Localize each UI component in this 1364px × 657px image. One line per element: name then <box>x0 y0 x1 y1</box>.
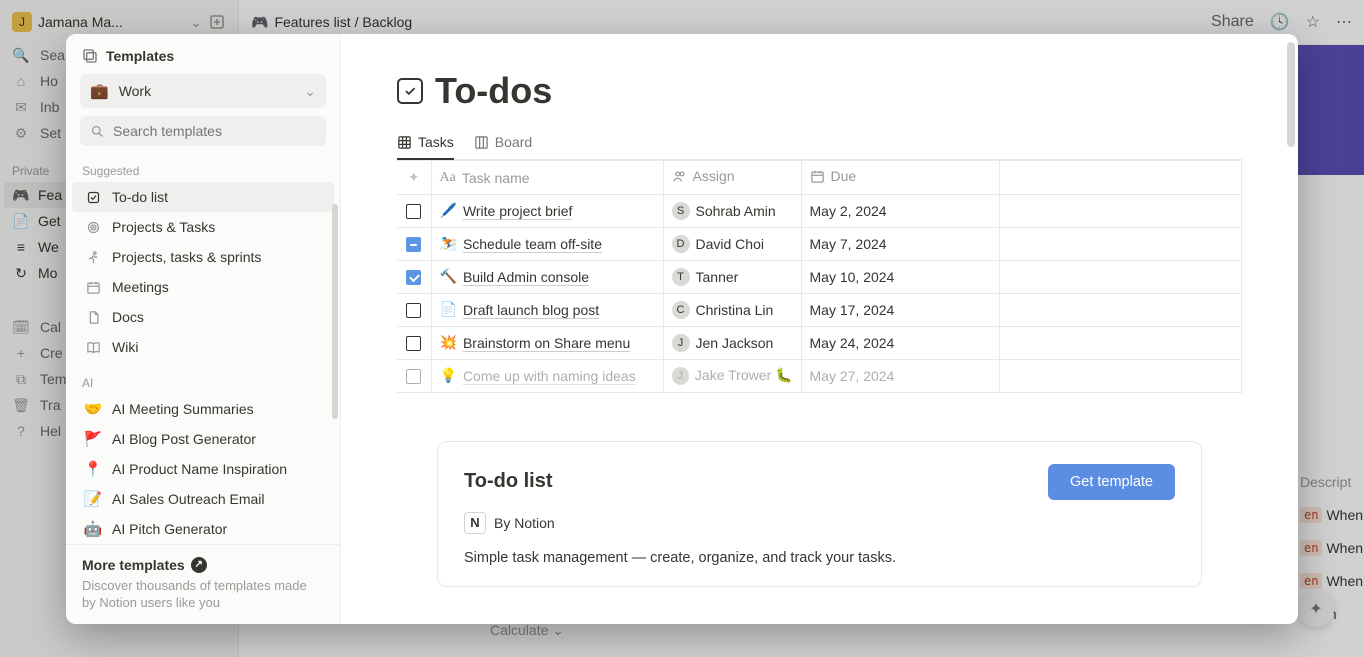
due-date: May 7, 2024 <box>801 227 999 260</box>
assignee: Tanner <box>696 269 739 285</box>
target-icon <box>84 218 102 236</box>
book-icon <box>84 338 102 356</box>
due-date: May 2, 2024 <box>801 194 999 227</box>
templates-icon <box>82 48 98 64</box>
table-icon <box>397 135 412 150</box>
category-selector[interactable]: 💼 Work ⌄ <box>80 74 326 108</box>
calendar-icon <box>84 278 102 296</box>
doc-icon <box>84 308 102 326</box>
template-item-meetings[interactable]: Meetings <box>72 272 334 302</box>
section-ai: AI <box>66 370 340 394</box>
assignee: Jen Jackson <box>696 335 774 351</box>
briefcase-icon: 💼 <box>90 82 109 100</box>
table-row[interactable]: 💡Come up with naming ideasJJake Trower 🐛… <box>397 359 1242 392</box>
avatar: J <box>672 367 689 385</box>
task-name[interactable]: Build Admin console <box>463 269 589 285</box>
due-date: May 10, 2024 <box>801 260 999 293</box>
modal-preview: To-dos Tasks Board ✦ Aa Task name <box>341 34 1298 624</box>
template-item-ai-pitch-generator[interactable]: 🤖AI Pitch Generator <box>72 514 334 544</box>
col-checkbox-header[interactable]: ✦ <box>397 161 431 195</box>
checkbox[interactable] <box>406 270 421 285</box>
assignee: Christina Lin <box>696 302 774 318</box>
sidebar-scrollbar[interactable] <box>332 204 338 419</box>
notion-logo-icon: N <box>464 512 486 534</box>
external-link-icon: ↗ <box>191 557 207 573</box>
due-date: May 17, 2024 <box>801 293 999 326</box>
template-item-ai-sales-outreach-email[interactable]: 📝AI Sales Outreach Email <box>72 484 334 514</box>
checkbox[interactable] <box>406 204 421 219</box>
table-row[interactable]: 🖊️Write project briefSSohrab AminMay 2, … <box>397 194 1242 227</box>
table-row[interactable]: ⛷️Schedule team off-siteDDavid ChoiMay 7… <box>397 227 1242 260</box>
template-item-ai-product-name-inspiration[interactable]: 📍AI Product Name Inspiration <box>72 454 334 484</box>
get-template-button[interactable]: Get template <box>1048 464 1175 500</box>
checkbox[interactable] <box>406 303 421 318</box>
card-description: Simple task management — create, organiz… <box>464 550 1175 566</box>
avatar: J <box>672 334 690 352</box>
avatar: D <box>672 235 690 253</box>
task-name[interactable]: Write project brief <box>463 203 572 219</box>
col-assign-header[interactable]: Assign <box>663 161 801 195</box>
template-item-ai-blog-post-generator[interactable]: 🚩AI Blog Post Generator <box>72 424 334 454</box>
more-templates[interactable]: More templates ↗ Discover thousands of t… <box>66 544 340 624</box>
tasks-table: ✦ Aa Task name Assign Due 🖊️Write projec… <box>397 160 1242 393</box>
avatar: S <box>672 202 690 220</box>
modal-sidebar: Templates 💼 Work ⌄ Suggested To-do listP… <box>66 34 341 624</box>
checkbox[interactable] <box>406 369 421 384</box>
category-label: Work <box>119 83 151 99</box>
search-templates[interactable] <box>80 116 326 146</box>
search-icon <box>90 124 105 139</box>
chevron-down-icon: ⌄ <box>304 83 316 100</box>
preview-title: To-dos <box>397 70 1242 112</box>
template-item-wiki[interactable]: Wiki <box>72 332 334 362</box>
byline[interactable]: N By Notion <box>464 512 1175 534</box>
tab-board[interactable]: Board <box>474 134 532 159</box>
col-name-header[interactable]: Aa Task name <box>431 161 663 195</box>
modal-scrollbar[interactable] <box>1287 42 1295 147</box>
task-name[interactable]: Come up with naming ideas <box>463 368 636 384</box>
due-date: May 24, 2024 <box>801 326 999 359</box>
tab-tasks[interactable]: Tasks <box>397 134 454 159</box>
table-row[interactable]: 💥Brainstorm on Share menuJJen JacksonMay… <box>397 326 1242 359</box>
assignee: Sohrab Amin <box>696 203 776 219</box>
modal-title: Templates <box>66 34 340 74</box>
run-icon <box>84 248 102 266</box>
board-icon <box>474 135 489 150</box>
template-item-to-do-list[interactable]: To-do list <box>72 182 334 212</box>
col-due-header[interactable]: Due <box>801 161 999 195</box>
template-item-docs[interactable]: Docs <box>72 302 334 332</box>
checkbox-icon <box>397 78 423 104</box>
table-row[interactable]: 🔨Build Admin consoleTTannerMay 10, 2024 <box>397 260 1242 293</box>
template-item-ai-meeting-summaries[interactable]: 🤝AI Meeting Summaries <box>72 394 334 424</box>
task-name[interactable]: Schedule team off-site <box>463 236 602 252</box>
assignee: Jake Trower 🐛 <box>695 367 793 384</box>
table-row[interactable]: 📄Draft launch blog postCChristina LinMay… <box>397 293 1242 326</box>
task-name[interactable]: Draft launch blog post <box>463 302 599 318</box>
view-tabs: Tasks Board <box>397 134 1242 160</box>
assignee: David Choi <box>696 236 764 252</box>
card-title: To-do list <box>464 470 553 493</box>
search-input[interactable] <box>113 123 316 139</box>
section-suggested: Suggested <box>66 158 340 182</box>
template-item-projects-tasks[interactable]: Projects & Tasks <box>72 212 334 242</box>
due-date: May 27, 2024 <box>801 359 999 392</box>
check-icon <box>84 188 102 206</box>
avatar: C <box>672 301 690 319</box>
checkbox[interactable] <box>406 237 421 252</box>
checkbox[interactable] <box>406 336 421 351</box>
avatar: T <box>672 268 690 286</box>
templates-modal: Templates 💼 Work ⌄ Suggested To-do listP… <box>66 34 1298 624</box>
task-name[interactable]: Brainstorm on Share menu <box>463 335 630 351</box>
template-info-card: To-do list Get template N By Notion Simp… <box>437 441 1202 587</box>
template-item-projects-tasks-sprints[interactable]: Projects, tasks & sprints <box>72 242 334 272</box>
